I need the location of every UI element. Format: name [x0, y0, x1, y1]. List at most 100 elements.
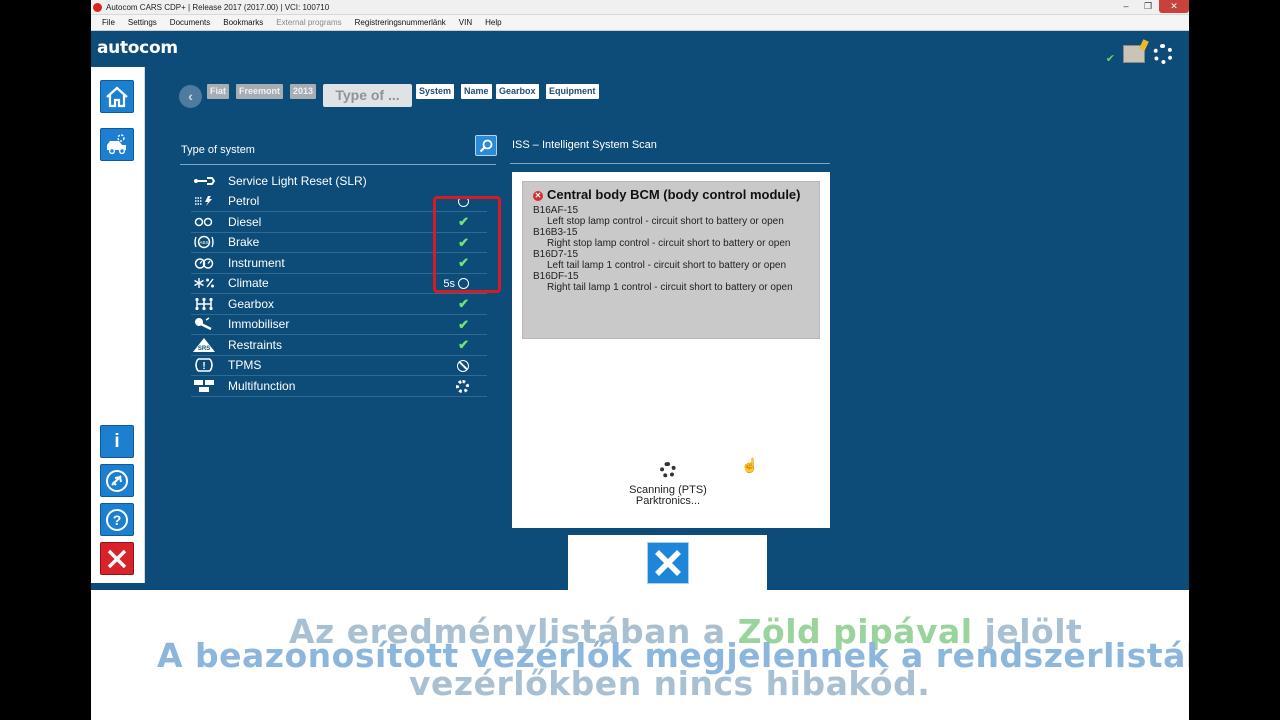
exit-button[interactable]: [100, 542, 134, 575]
scan-status: Scanning (PTS) Parktronics...: [629, 484, 707, 507]
crumb-year[interactable]: 2013: [290, 84, 317, 99]
info-button[interactable]: i: [100, 425, 134, 458]
svg-text:?: ?: [113, 512, 122, 528]
dtc-code: B16DF-15: [533, 271, 579, 282]
plane-icon: [106, 469, 128, 492]
dtc-item: B16B3-15 Right stop lamp control - circui…: [533, 227, 811, 249]
system-list-title: Type of system: [181, 144, 255, 156]
crumb-name[interactable]: Name: [461, 84, 492, 99]
crumb-make[interactable]: Fiat: [207, 84, 230, 99]
crumb-type[interactable]: Type of ...: [323, 84, 412, 107]
menu-documents[interactable]: Documents: [170, 18, 210, 27]
menu-external-programs: External programs: [276, 18, 342, 27]
system-label: Diesel: [228, 214, 262, 229]
header-status-icons: ✔: [1106, 42, 1173, 65]
gearbox-icon: [192, 297, 216, 311]
minimize-button[interactable]: –: [1115, 0, 1137, 13]
system-row-restraints[interactable]: SRS Restraints ✔: [191, 335, 487, 356]
help-icon: ?: [106, 508, 128, 531]
dtc-item: B16AF-15 Left stop lamp control - circuit…: [533, 205, 811, 227]
vehicle-button[interactable]: [100, 128, 134, 161]
dtc-result-card[interactable]: ✕ Central body BCM (body control module) …: [522, 181, 820, 339]
menu-registration-link[interactable]: Registreringsnummerlänk: [355, 18, 446, 27]
cancel-scan-button[interactable]: [647, 542, 689, 584]
highlight-annotation-box: [433, 196, 501, 293]
dtc-description: Right tail lamp 1 control - circuit shor…: [547, 282, 793, 293]
system-row-service-light-reset-slr[interactable]: Service Light Reset (SLR): [191, 171, 487, 192]
menu-vin[interactable]: VIN: [459, 18, 472, 27]
check-icon: ✔: [458, 316, 469, 332]
tpms-icon: !: [192, 358, 216, 372]
help-button[interactable]: ?: [100, 503, 134, 536]
home-icon: [106, 86, 128, 107]
divider: [180, 164, 496, 165]
dtc-description: Left tail lamp 1 control - circuit short…: [547, 260, 786, 271]
system-row-multifunction[interactable]: Multifunction: [191, 376, 487, 397]
menu-help[interactable]: Help: [485, 18, 501, 27]
cancel-area: [568, 535, 767, 590]
svg-text:ABS: ABS: [199, 240, 208, 245]
system-label: Climate: [228, 276, 269, 291]
system-label: TPMS: [228, 358, 262, 373]
crumb-system[interactable]: System: [416, 84, 455, 99]
menu-file[interactable]: File: [102, 18, 115, 27]
ecu-title: ✕ Central body BCM (body control module): [533, 187, 801, 202]
svg-text:SRS: SRS: [198, 346, 210, 352]
diesel-glow-plug-icon: [192, 215, 216, 229]
dtc-code: B16D7-15: [533, 249, 579, 260]
crumb-model[interactable]: Freemont: [236, 84, 284, 99]
back-button[interactable]: ‹: [179, 85, 202, 108]
system-label: Multifunction: [228, 378, 296, 393]
check-icon: ✔: [458, 337, 469, 352]
check-icon: ✔: [458, 296, 469, 311]
window-title: Autocom CARS CDP+ | Release 2017 (2017.0…: [106, 3, 330, 12]
iss-title: ISS – Intelligent System Scan: [512, 139, 657, 151]
system-label: Service Light Reset (SLR): [228, 174, 367, 189]
iss-result-panel: ✕ Central body BCM (body control module) …: [512, 172, 830, 528]
search-icon: [479, 139, 493, 152]
menu-bookmarks[interactable]: Bookmarks: [223, 18, 263, 27]
srs-airbag-icon: SRS: [192, 337, 216, 352]
check-icon: ✔: [1105, 53, 1115, 65]
left-sidebar: i ?: [91, 67, 145, 583]
autocom-logo: autocom: [97, 38, 178, 58]
system-status: ✔: [458, 294, 469, 314]
home-button[interactable]: [100, 80, 134, 113]
system-status: [456, 376, 469, 396]
close-button[interactable]: ✕: [1159, 0, 1189, 13]
info-icon: i: [114, 430, 120, 452]
dtc-list: B16AF-15 Left stop lamp control - circuit…: [533, 205, 811, 293]
vehicle-car-icon: [107, 133, 126, 154]
system-label: Restraints: [228, 337, 283, 352]
system-row-gearbox[interactable]: Gearbox ✔: [191, 294, 487, 315]
settings-gear-icon[interactable]: [1153, 43, 1173, 64]
system-row-tpms[interactable]: ! TPMS: [191, 356, 487, 376]
cancel-x-icon: [655, 550, 681, 576]
restore-button[interactable]: ❐: [1137, 0, 1159, 13]
dtc-code: B16B3-15: [533, 227, 578, 238]
system-status: ✔: [458, 335, 469, 355]
menu-settings[interactable]: Settings: [128, 18, 157, 27]
divider: [510, 163, 830, 164]
system-search-button[interactable]: [475, 135, 497, 156]
dtc-description: Right stop lamp control - circuit short …: [547, 238, 791, 249]
dtc-item: B16D7-15 Left tail lamp 1 control - circu…: [533, 249, 811, 271]
system-label: Brake: [228, 235, 260, 250]
svg-text:!: !: [202, 361, 205, 372]
app-icon: [93, 3, 102, 12]
subtitle-line-3: vezérlőkben nincs hibakód.: [409, 664, 931, 703]
vci-icon[interactable]: [1123, 44, 1145, 63]
system-label: Immobiliser: [228, 317, 290, 332]
window-controls: – ❐ ✕: [1115, 0, 1189, 15]
crumb-gearbox[interactable]: Gearbox: [496, 84, 539, 99]
system-status: ✔: [458, 315, 469, 335]
system-label: Gearbox: [228, 296, 275, 311]
system-row-immobiliser[interactable]: Immobiliser ✔: [191, 315, 487, 335]
crumb-equipment[interactable]: Equipment: [546, 84, 599, 99]
menu-bar: File Settings Documents Bookmarks Extern…: [91, 15, 1189, 31]
hand-cursor-icon: ☝: [741, 457, 759, 473]
not-available-icon: [457, 359, 469, 372]
wrench-icon: [192, 174, 216, 188]
plane-button[interactable]: [100, 464, 134, 497]
scanning-spinner-icon: [456, 379, 469, 393]
